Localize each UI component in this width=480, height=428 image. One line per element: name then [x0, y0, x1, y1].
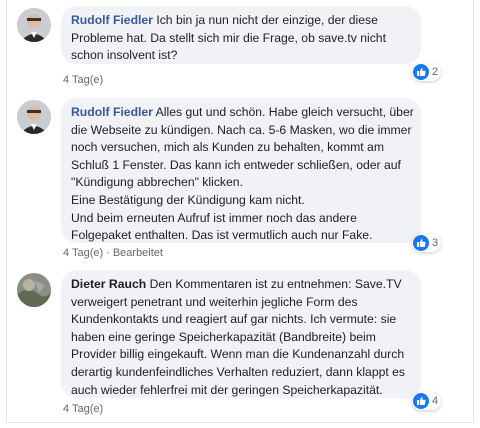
reaction-count-badge[interactable]: 2: [412, 63, 442, 81]
avatar[interactable]: [17, 8, 51, 42]
comment-text-line: Provider billig eingekauft. Wenn man die…: [71, 347, 405, 362]
comment-text-line: Alles gut und schön. Habe gleich versuch…: [155, 105, 414, 119]
comment-bubble: Rudolf Fiedler Alles gut und schön. Habe…: [61, 98, 421, 243]
comment-meta: 4 Tag(e) · Bearbeitet: [63, 247, 163, 259]
comment-text-line: Probleme hat. Da stellt sich mir die Fra…: [71, 30, 386, 45]
comment-text-line: derartig kundenfeindliches Verhalten red…: [71, 364, 406, 379]
like-icon: [413, 64, 429, 80]
avatar[interactable]: [17, 273, 51, 307]
comment-text-line: "Kündigung abbrechen" klicken.: [71, 175, 243, 190]
comment-author[interactable]: Rudolf Fiedler: [71, 13, 153, 27]
reaction-count-badge[interactable]: 4: [412, 392, 442, 410]
like-icon: [413, 235, 429, 251]
reaction-count: 2: [432, 66, 439, 78]
avatar[interactable]: [17, 100, 51, 134]
comment-text-line: noch versuchen, mich als Kunden zu behal…: [71, 140, 384, 155]
avatar-photo-icon: [17, 100, 51, 134]
comment-bubble: Rudolf Fiedler Ich bin ja nun nicht der …: [61, 6, 421, 64]
comment-timestamp[interactable]: 4 Tag(e): [63, 74, 103, 86]
avatar-photo-icon: [17, 273, 51, 307]
comments-panel: Rudolf Fiedler Ich bin ja nun nicht der …: [6, 0, 474, 423]
comment-meta: 4 Tag(e): [63, 74, 103, 86]
comment-text-line: Den Kommentaren ist zu entnehmen: Save.T…: [149, 277, 402, 291]
comment-timestamp[interactable]: 4 Tag(e): [63, 247, 103, 259]
comment-text-line: haben eine geringe Speicherkapazität (Ba…: [71, 329, 376, 344]
comment-author[interactable]: Dieter Rauch: [71, 277, 146, 291]
comment-timestamp[interactable]: 4 Tag(e): [63, 403, 103, 415]
avatar-photo-icon: [17, 8, 51, 42]
comment-text-line: die Webseite zu kündigen. Nach ca. 5-6 M…: [71, 122, 412, 137]
comment-text-line: Ich bin ja nun nicht der einzige, der di…: [156, 13, 378, 27]
comment-text-line: Kundenkontakts und reagiert auf gar nich…: [71, 312, 397, 327]
comment-meta: 4 Tag(e): [63, 403, 103, 415]
reaction-count-badge[interactable]: 3: [412, 234, 442, 252]
reaction-count: 4: [432, 395, 439, 407]
comment-text-line: Und beim erneuten Aufruf ist immer noch …: [71, 210, 357, 225]
comment-author[interactable]: Rudolf Fiedler: [71, 105, 153, 119]
comment-text-line: auch wieder fehlerfrei mit der geringen …: [71, 382, 383, 397]
comment-text-line: schon insolvent ist?: [71, 48, 178, 63]
reaction-count: 3: [432, 237, 439, 249]
meta-separator: ·: [106, 247, 110, 259]
comment-text-line: verweigert penetrant und weiterhin jegli…: [71, 294, 358, 309]
comment-text-line: Schluß 1 Fenster. Das kann ich entweder …: [71, 157, 401, 172]
comment-bubble: Dieter Rauch Den Kommentaren ist zu entn…: [61, 270, 421, 398]
comment-text-line: Folgepaket enthalten. Das ist vermutlich…: [71, 228, 373, 243]
like-icon: [413, 393, 429, 409]
edited-label[interactable]: Bearbeitet: [113, 247, 163, 259]
comment-text-line: Eine Bestätigung der Kündigung kam nicht…: [71, 192, 305, 207]
